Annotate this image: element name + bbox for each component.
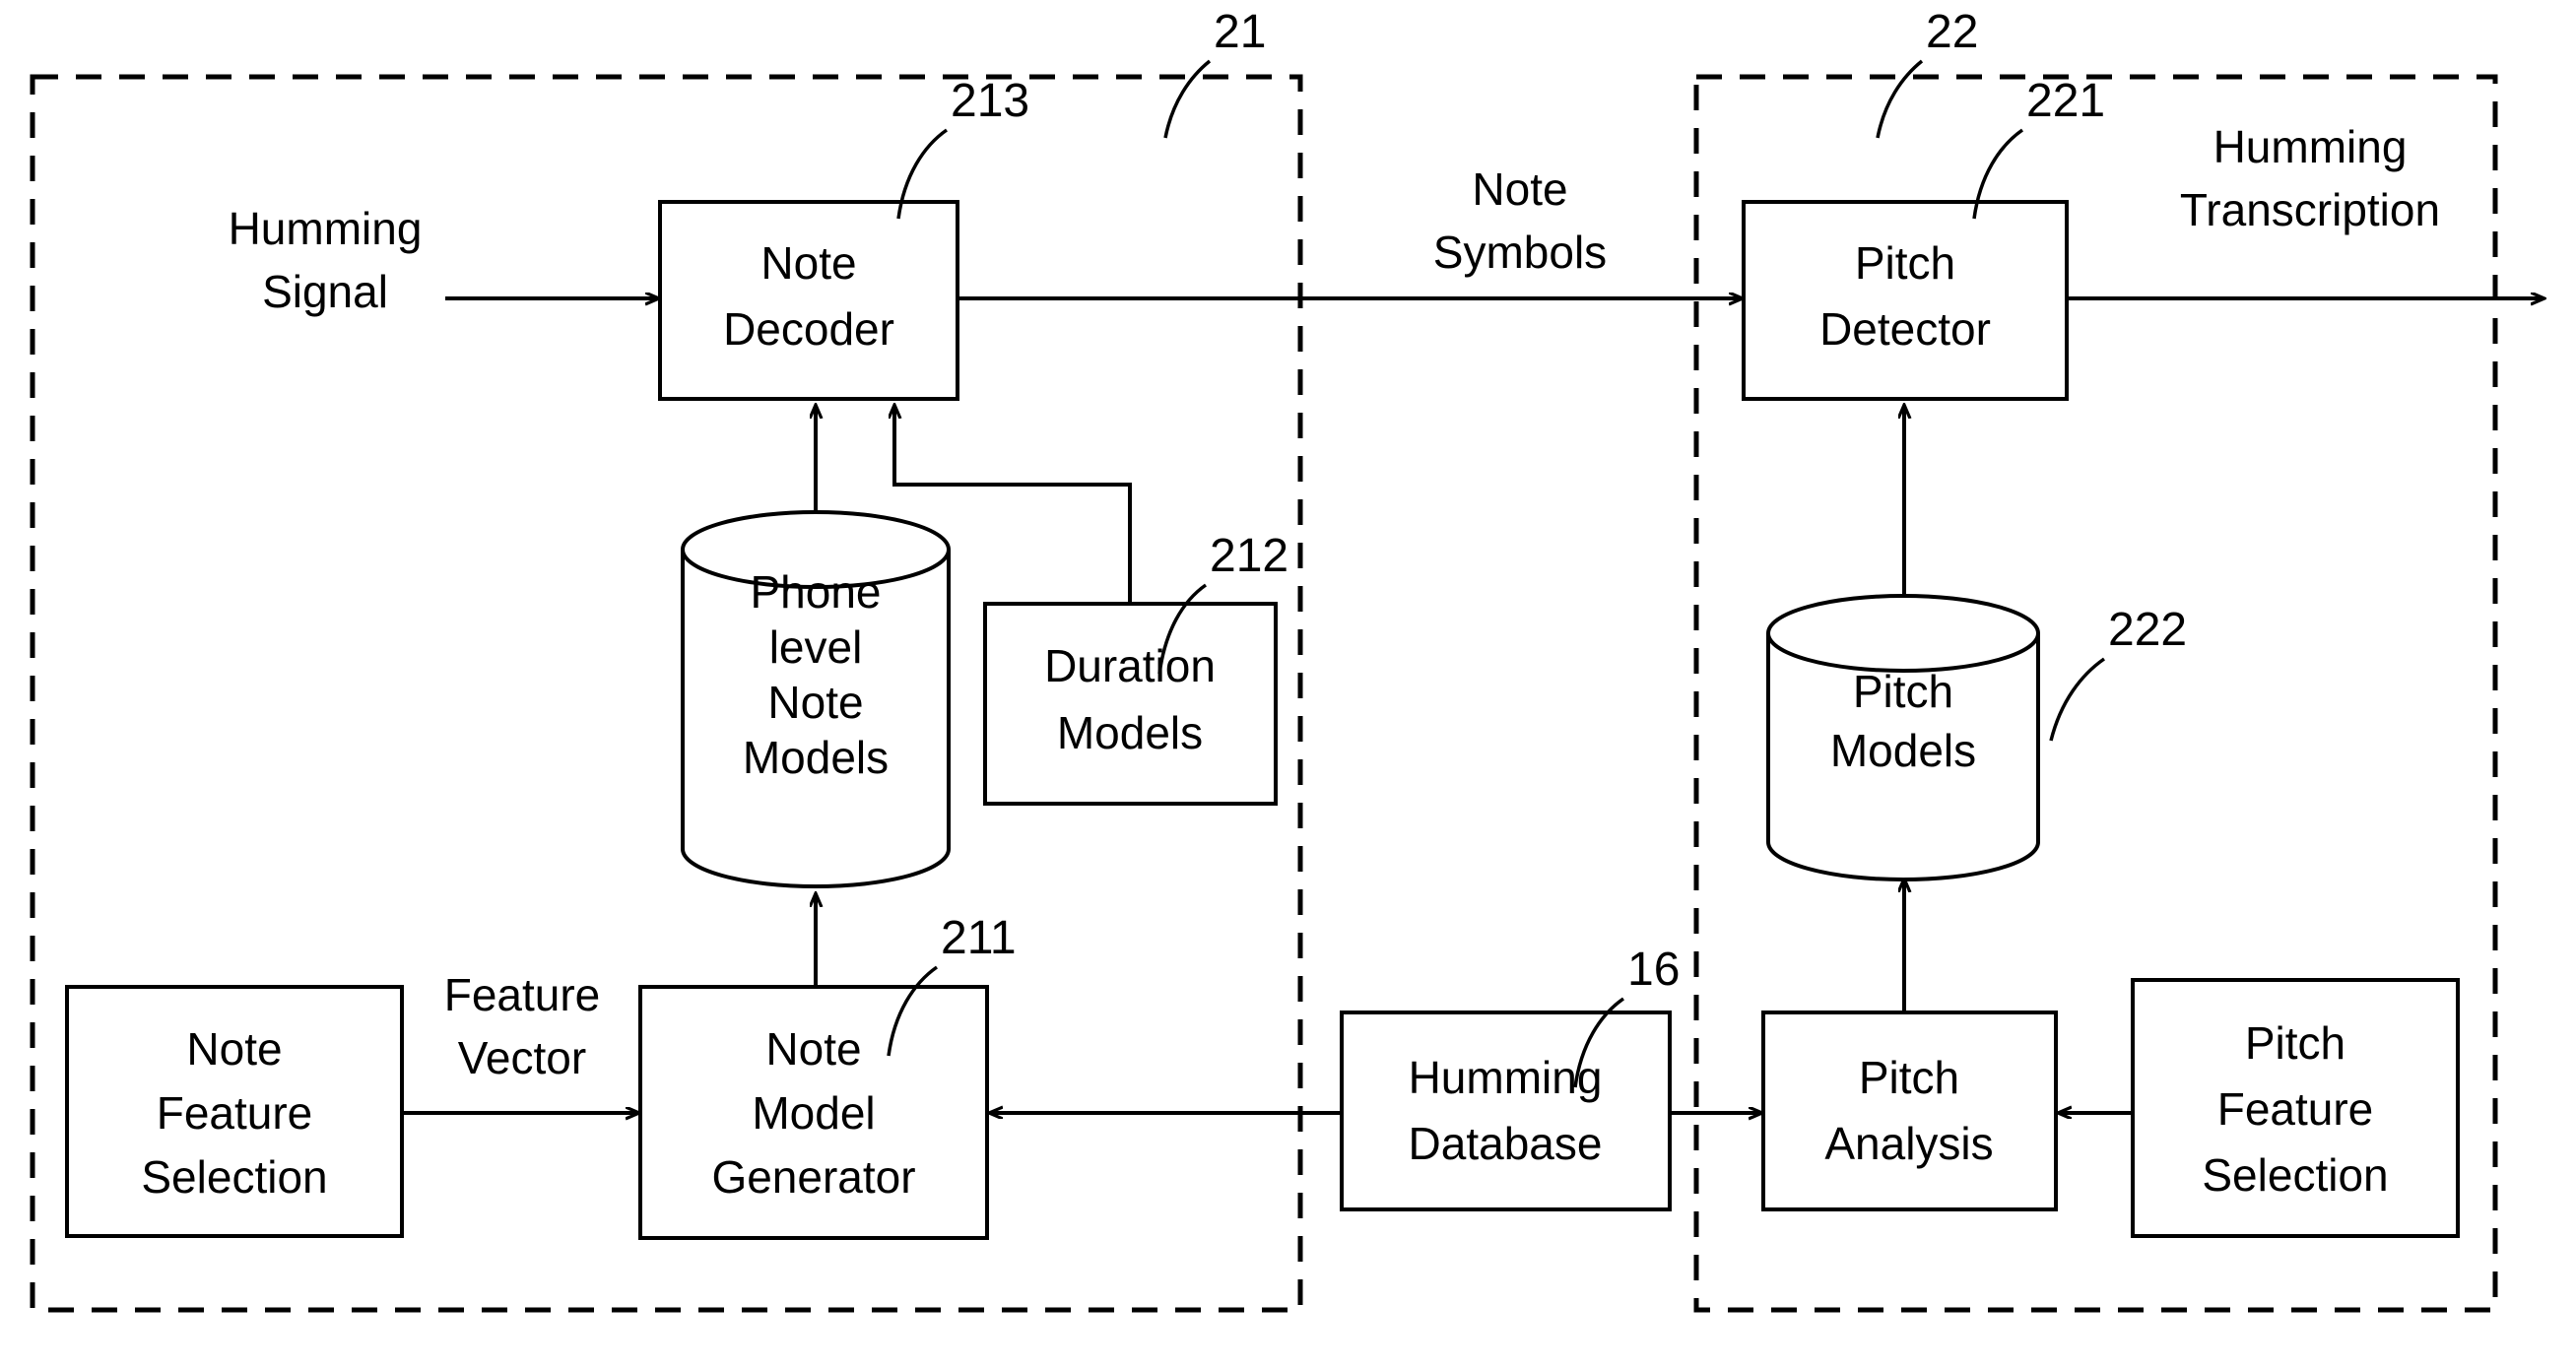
figure-canvas: Phone level Note Models Pitch Models Not…: [0, 0, 2576, 1369]
flow-label-line2: Vector: [458, 1032, 586, 1083]
cylinder-label-line3: Note: [767, 677, 863, 728]
flow-label-humming-transcription: Humming Transcription: [2180, 121, 2440, 235]
block-label-line2: Decoder: [723, 303, 894, 355]
cylinder-label-line1: Pitch: [1853, 666, 1953, 717]
flow-label-line1: Feature: [444, 969, 601, 1020]
block-pitch-detector[interactable]: Pitch Detector: [1742, 200, 2069, 401]
block-label-line3: Selection: [141, 1151, 327, 1203]
reference-numeral-213: 213: [896, 75, 1029, 220]
block-label-line1: Pitch: [1859, 1052, 1959, 1103]
flow-label-feature-vector: Feature Vector: [444, 969, 601, 1083]
reference-numeral-text: 221: [2026, 75, 2105, 127]
flow-label-line1: Humming: [2213, 121, 2408, 172]
block-label-line1: Note: [186, 1023, 282, 1075]
cylinder-label-line1: Phone: [750, 566, 881, 618]
flow-label-line1: Humming: [229, 203, 423, 254]
block-label-line1: Pitch: [1855, 237, 1955, 289]
block-label-line1: Note: [760, 237, 856, 289]
cylinder-label-line4: Models: [743, 732, 889, 783]
reference-numeral-text: 22: [1926, 6, 1978, 58]
reference-numeral-text: 213: [951, 75, 1029, 127]
block-note-decoder[interactable]: Note Decoder: [658, 200, 959, 401]
cylinder-label-line2: level: [769, 621, 863, 673]
block-label-line1: Pitch: [2245, 1017, 2345, 1069]
reference-numeral-text: 212: [1210, 530, 1288, 582]
reference-numeral-text: 21: [1214, 6, 1266, 58]
block-pitch-feature-selection[interactable]: Pitch Feature Selection: [2131, 978, 2460, 1238]
flow-label-line2: Transcription: [2180, 184, 2440, 235]
reference-numeral-22: 22: [1876, 6, 1978, 139]
flow-label-line2: Symbols: [1433, 227, 1607, 278]
flow-label-humming-signal: Humming Signal: [229, 203, 423, 317]
block-label-line2: Model: [752, 1087, 875, 1139]
block-label-line3: Selection: [2202, 1149, 2388, 1201]
cylinder-label-line2: Models: [1830, 725, 1976, 776]
reference-numeral-21: 21: [1163, 6, 1266, 139]
block-label-line2: Feature: [157, 1087, 313, 1139]
reference-numeral-text: 211: [941, 912, 1017, 964]
block-label-line2: Feature: [2217, 1083, 2374, 1135]
flow-label-note-symbols: Note Symbols: [1433, 163, 1607, 278]
flow-label-line1: Note: [1472, 163, 1567, 215]
cylinder-phone-level-note-models[interactable]: Phone level Note Models: [681, 510, 951, 888]
block-label-line1: Humming: [1409, 1052, 1603, 1103]
block-pitch-analysis[interactable]: Pitch Analysis: [1761, 1010, 2058, 1211]
cylinder-pitch-models[interactable]: Pitch Models: [1766, 594, 2040, 881]
block-label-line1: Note: [765, 1023, 861, 1075]
reference-numeral-text: 16: [1627, 944, 1680, 996]
block-diagram: Phone level Note Models Pitch Models Not…: [30, 6, 2576, 1313]
block-note-feature-selection[interactable]: Note Feature Selection: [65, 985, 404, 1238]
block-label-line2: Database: [1409, 1118, 1603, 1169]
block-label-line2: Analysis: [1824, 1118, 1993, 1169]
reference-numeral-222: 222: [2049, 604, 2187, 742]
block-duration-models[interactable]: Duration Models: [983, 602, 1278, 806]
block-label-line2: Detector: [1819, 303, 1991, 355]
reference-numeral-text: 222: [2108, 604, 2187, 656]
block-note-model-generator[interactable]: Note Model Generator: [638, 985, 989, 1240]
block-humming-database[interactable]: Humming Database: [1340, 1010, 1672, 1211]
block-label-line3: Generator: [711, 1151, 915, 1203]
reference-numeral-221: 221: [1972, 75, 2105, 220]
block-label-line2: Models: [1057, 707, 1203, 758]
block-label-line1: Duration: [1044, 640, 1216, 691]
flow-label-line2: Signal: [262, 266, 388, 317]
